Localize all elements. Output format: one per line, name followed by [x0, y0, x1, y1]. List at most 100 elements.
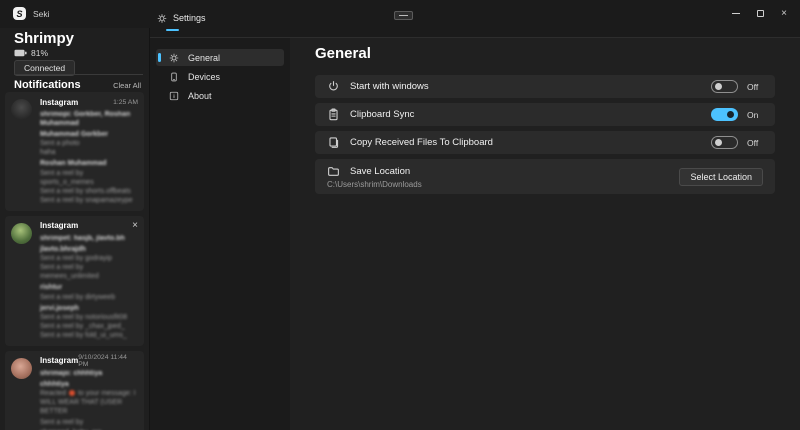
battery-icon — [14, 49, 27, 57]
sidebar-item-general[interactable]: General — [156, 49, 284, 66]
notification-line: haha — [40, 148, 138, 157]
selected-indicator — [158, 53, 161, 62]
notification-line: Muhammad Gorkber — [40, 130, 138, 139]
window-title: Seki — [33, 9, 50, 19]
tab-settings[interactable]: Settings — [157, 13, 206, 23]
notification-line: shrimpet: hasjb, jlavto.bh — [40, 234, 138, 243]
copy-to-clipboard-icon — [327, 136, 340, 149]
device-sidebar: Shrimpy 81% Connected Notifications Clea… — [0, 28, 150, 430]
notification-line: rishtur — [40, 283, 138, 292]
toggle-state-label: Off — [747, 82, 763, 92]
copy-received-files-toggle[interactable] — [711, 136, 738, 149]
setting-label: Clipboard Sync — [350, 109, 711, 120]
device-name: Shrimpy — [14, 30, 74, 47]
save-location-path: C:\Users\shrim\Downloads — [327, 180, 679, 189]
settings-general-panel: General Start with windows Off — [290, 38, 800, 430]
app-window: S Seki × Settings Shrimpy 81% — [0, 0, 800, 430]
toggle-state-label: Off — [747, 138, 763, 148]
save-location-info: Save Location C:\Users\shrim\Downloads — [327, 165, 679, 189]
page-title: General — [315, 45, 371, 62]
notification-line: Sent a reel by snapamazeype — [40, 196, 138, 205]
notification-line: shrimajo: chhhtiya — [40, 369, 138, 378]
battery-percent: 81% — [31, 48, 48, 58]
notification-app-name: Instagram — [40, 356, 78, 365]
clipboard-icon — [327, 108, 340, 121]
maximize-button[interactable] — [748, 0, 772, 26]
toggle-knob — [727, 111, 734, 118]
notification-line: jervi.joseph — [40, 304, 138, 313]
sidebar-item-devices[interactable]: Devices — [156, 68, 284, 85]
setting-row-save-location: Save Location C:\Users\shrim\Downloads S… — [315, 159, 775, 194]
notification-line: chhhtiya — [40, 380, 138, 389]
emoji-icon — [69, 390, 75, 396]
setting-label: Start with windows — [350, 81, 711, 92]
tab-settings-label: Settings — [173, 13, 206, 23]
info-icon — [169, 91, 179, 101]
window-controls: × — [724, 0, 796, 26]
select-location-button[interactable]: Select Location — [679, 168, 763, 186]
notification-list: Instagram 1:25 AM shrimopi: Gorkber, Ros… — [5, 92, 144, 430]
notification-card[interactable]: Instagram 1:25 AM shrimopi: Gorkber, Ros… — [5, 92, 144, 211]
avatar — [11, 358, 32, 379]
notification-content-blurred: shrimajo: chhhtiya chhhtiyaReacted to you… — [40, 369, 138, 430]
sidebar-item-about[interactable]: About — [156, 87, 284, 104]
notification-card[interactable]: Instagram × shrimpet: hasjb, jlavto.bh jl… — [5, 216, 144, 346]
notifications-header: Notifications — [14, 79, 81, 91]
notification-app-name: Instagram — [40, 98, 78, 107]
notification-line: Sent a reel by shorts.offbeats — [40, 187, 138, 196]
notification-line: shrimopi: Gorkber, Roshan Muhammad — [40, 110, 138, 128]
setting-row-start-with-windows: Start with windows Off — [315, 75, 775, 98]
toggle-state-label: On — [747, 110, 763, 120]
notification-timestamp: 9/10/2024 11:44 PM — [78, 354, 138, 368]
app-logo-icon: S — [13, 7, 26, 20]
power-icon — [327, 80, 340, 93]
notification-line: Sent a reel by fold_ui_ums_ — [40, 331, 138, 340]
notification-timestamp: 1:25 AM — [113, 99, 138, 106]
sidebar-item-label: General — [188, 53, 220, 63]
maximize-icon — [757, 10, 764, 17]
notification-line: Reacted to your message: I WILL WEAR THA… — [40, 389, 138, 416]
settings-nav: General Devices About — [150, 38, 290, 430]
phone-icon — [169, 72, 179, 82]
notification-app-name: Instagram — [40, 221, 78, 230]
start-with-windows-toggle[interactable] — [711, 80, 738, 93]
sidebar-item-label: About — [188, 91, 212, 101]
gear-icon — [169, 53, 179, 63]
drag-pill-line-icon — [399, 15, 408, 16]
notification-line: Sent a reel by sports_o_memes — [40, 169, 138, 187]
setting-label: Copy Received Files To Clipboard — [350, 137, 711, 148]
notification-line: Sent a photo — [40, 139, 138, 148]
minimize-icon — [732, 13, 740, 14]
notification-content-blurred: shrimpet: hasjb, jlavto.bh jlavto.bhrajdh… — [40, 234, 138, 340]
toggle-knob — [715, 139, 722, 146]
setting-label: Save Location — [350, 166, 679, 177]
setting-row-clipboard-sync: Clipboard Sync On — [315, 103, 775, 126]
sidebar-item-label: Devices — [188, 72, 220, 82]
clear-all-button[interactable]: Clear All — [113, 81, 141, 90]
gear-icon — [157, 13, 167, 23]
avatar — [11, 223, 32, 244]
toggle-knob — [715, 83, 722, 90]
battery-status: 81% — [14, 48, 48, 58]
notification-card[interactable]: Instagram 9/10/2024 11:44 PM shrimajo: c… — [5, 351, 144, 430]
settings-rows: Start with windows Off Clipboard Sync On — [315, 75, 775, 194]
notification-line: Sent a reel by shameed_babu_pm_ — [40, 418, 138, 430]
notification-line: Roshan Muhammad — [40, 159, 138, 168]
drag-pill[interactable] — [394, 11, 413, 20]
folder-icon — [327, 165, 340, 178]
tab-active-indicator — [166, 29, 179, 31]
clipboard-sync-toggle[interactable] — [711, 108, 738, 121]
sidebar-divider — [14, 74, 143, 75]
notification-line: jlavto.bhrajdh — [40, 245, 138, 254]
notification-line: Sent a reel by _chax_jped_ — [40, 322, 138, 331]
notification-line: Sent a reel by memees_unlimited — [40, 263, 138, 281]
minimize-button[interactable] — [724, 0, 748, 26]
notification-line: Sent a reel by notoriousfit08 — [40, 313, 138, 322]
setting-row-copy-received-files: Copy Received Files To Clipboard Off — [315, 131, 775, 154]
notification-line: Sent a reel by dirtyweeb — [40, 293, 138, 302]
notification-line: Sent a reel by godrayip — [40, 254, 138, 263]
avatar — [11, 99, 32, 120]
close-button[interactable]: × — [772, 0, 796, 26]
notification-content-blurred: shrimopi: Gorkber, Roshan Muhammad Muhamm… — [40, 110, 138, 205]
dismiss-notification-icon[interactable]: × — [132, 222, 138, 230]
